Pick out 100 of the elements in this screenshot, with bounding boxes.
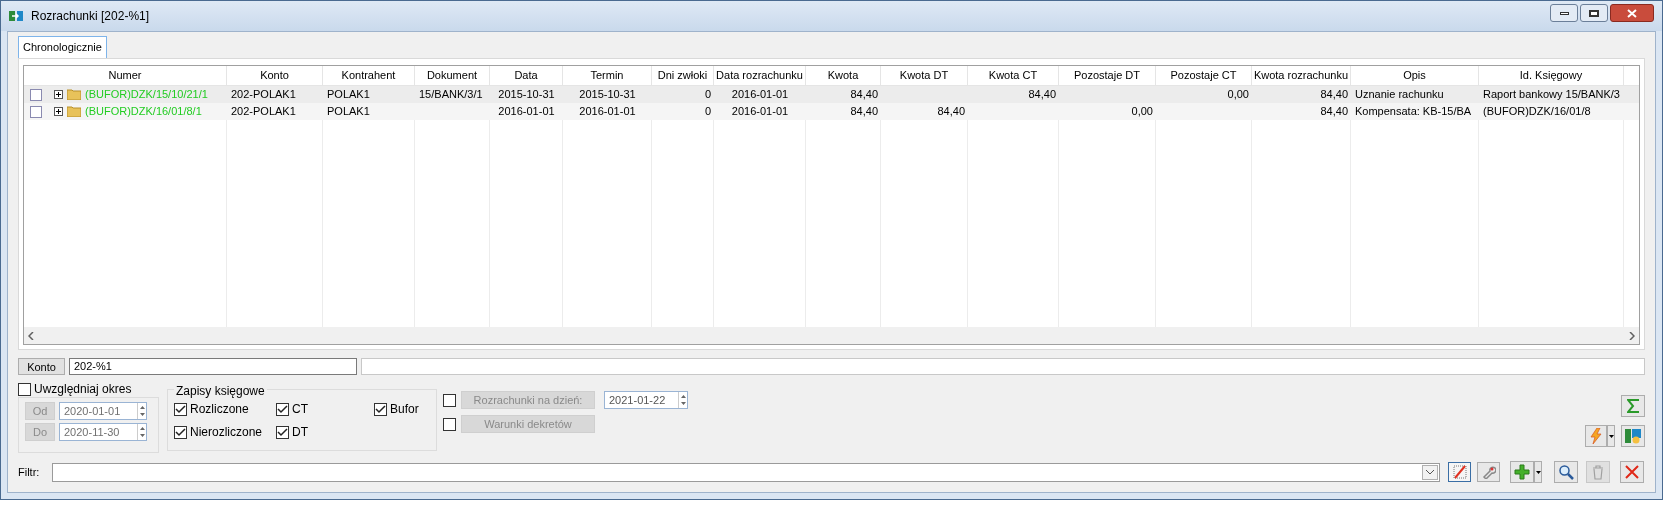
checkbox-label: Uwzględniaj okres [34,381,132,398]
filter-label: Filtr: [18,464,41,480]
table-cell-text: 84,40 [850,104,878,120]
checkbox-label: Rozliczone [190,401,249,418]
export-icon [1625,428,1641,444]
app-icon [9,9,23,23]
close-icon [1625,465,1639,479]
date-value: 2021-01-22 [609,392,667,408]
column-header[interactable]: Id. Księgowy [1479,66,1624,85]
checkbox-label: CT [292,401,308,418]
checkbox[interactable] [276,425,289,439]
checkbox[interactable] [174,402,187,416]
column-header[interactable]: Numer [24,66,227,85]
table-cell-text: 0 [704,104,711,120]
window-title: Rozrachunki [202-%1] [31,8,150,25]
table-cell-text: 84,40 [1320,104,1348,120]
konto-button[interactable]: Konto [18,358,65,375]
close-window-button[interactable] [1620,461,1644,483]
tab[interactable]: Chronologicznie [18,36,107,58]
row-checkbox[interactable] [30,88,42,101]
expand-icon[interactable] [54,107,63,116]
checkbox-label: DT [292,424,308,441]
minimize-button[interactable] [1550,4,1578,22]
checkbox[interactable] [276,402,289,416]
checkbox[interactable] [174,425,187,439]
column-header[interactable]: Data rozrachunku [714,66,806,85]
table-cell-text: 0,00 [1131,104,1153,120]
caret-icon [1608,434,1614,438]
table-cell-text: 202-POLAK1 [231,87,296,103]
checkbox-label: Nierozliczone [190,424,263,441]
column-header[interactable]: Dni zwłoki [652,66,714,85]
column-header[interactable]: Opis [1351,66,1479,85]
eraser-icon [1452,465,1467,479]
table-cell-text: 2016-01-01 [498,104,555,120]
table-cell-text: 0,00 [1227,87,1249,103]
table-cell-text: 84,40 [850,87,878,103]
maximize-button[interactable] [1580,4,1608,22]
table-cell-text: POLAK1 [327,87,370,103]
scroll-left-icon[interactable] [28,331,34,340]
lightning-icon [1589,428,1603,444]
clear-filter-button[interactable] [1448,462,1471,482]
table-cell-text: 2016-01-01 [579,104,636,120]
column-header[interactable]: Kwota [806,66,881,85]
table-cell-text: 2015-10-31 [498,87,555,103]
sigma-icon [1627,399,1639,413]
horizontal-scrollbar[interactable] [24,327,1639,344]
date-value: 2020-01-01 [64,403,122,419]
caret-icon [1535,470,1541,474]
table-cell-text: 84,40 [1320,87,1348,103]
sum-button[interactable] [1621,395,1645,417]
folder-icon [67,89,81,100]
table-cell-text: 2016-01-01 [731,104,789,120]
table-cell-text: 84,40 [937,104,965,120]
table-cell-text: (BUFOR)DZK/16/01/8 [1483,104,1591,120]
spin-icon[interactable] [678,392,687,408]
table-cell-text: Raport bankowy 15/BANK/3 [1483,87,1620,103]
expand-icon[interactable] [54,90,63,99]
table-cell-text: Uznanie rachunku [1355,87,1444,103]
wrench-icon [1481,465,1496,479]
column-header[interactable]: Konto [227,66,323,85]
filter-settings-button[interactable] [1477,462,1500,482]
table-cell-text: 15/BANK/3/1 [419,87,483,103]
table-cell-text: POLAK1 [327,104,370,120]
column-header[interactable]: Data [490,66,563,85]
column-header[interactable]: Kwota rozrachunku [1252,66,1351,85]
spin-icon[interactable] [137,403,146,419]
checkbox[interactable] [374,402,387,416]
column-header[interactable]: Kwota DT [881,66,968,85]
account-value: 202-%1 [74,359,112,375]
spin-icon[interactable] [137,424,146,440]
account-name-field[interactable] [361,358,1645,375]
table-cell-text: (BUFOR)DZK/16/01/8/1 [85,104,202,120]
date-value: 2020-11-30 [64,424,121,440]
table-cell-text: 0 [704,87,711,103]
checkbox[interactable] [18,382,31,396]
column-header[interactable]: Dokument [415,66,490,85]
column-header[interactable]: Pozostaje DT [1059,66,1156,85]
table-cell-text: 2016-01-01 [731,87,789,103]
column-header[interactable]: Kontrahent [323,66,415,85]
table-cell-text: 84,40 [1028,87,1056,103]
account-field[interactable]: 202-%1 [69,358,357,375]
table-cell-text: 2015-10-31 [579,87,636,103]
close-icon [1627,8,1637,18]
export-button[interactable] [1621,425,1645,447]
search-button[interactable] [1554,461,1578,483]
search-icon [1558,464,1574,480]
dropdown-button[interactable] [1607,425,1615,447]
column-header[interactable]: Pozostaje CT [1156,66,1252,85]
folder-icon [67,106,81,117]
row-checkbox[interactable] [30,105,42,118]
column-header[interactable]: Termin [563,66,652,85]
table-cell-text: Kompensata: KB-15/BA [1355,104,1472,120]
plus-icon [1514,464,1530,480]
trash-icon [1592,464,1604,480]
table-cell-text: (BUFOR)DZK/15/10/21/1 [85,87,208,103]
table-cell-text: 202-POLAK1 [231,104,296,120]
close-button[interactable] [1610,4,1654,22]
column-header[interactable]: Kwota CT [968,66,1059,85]
dropdown-button[interactable] [1534,461,1542,483]
scroll-right-icon[interactable] [1629,331,1635,340]
